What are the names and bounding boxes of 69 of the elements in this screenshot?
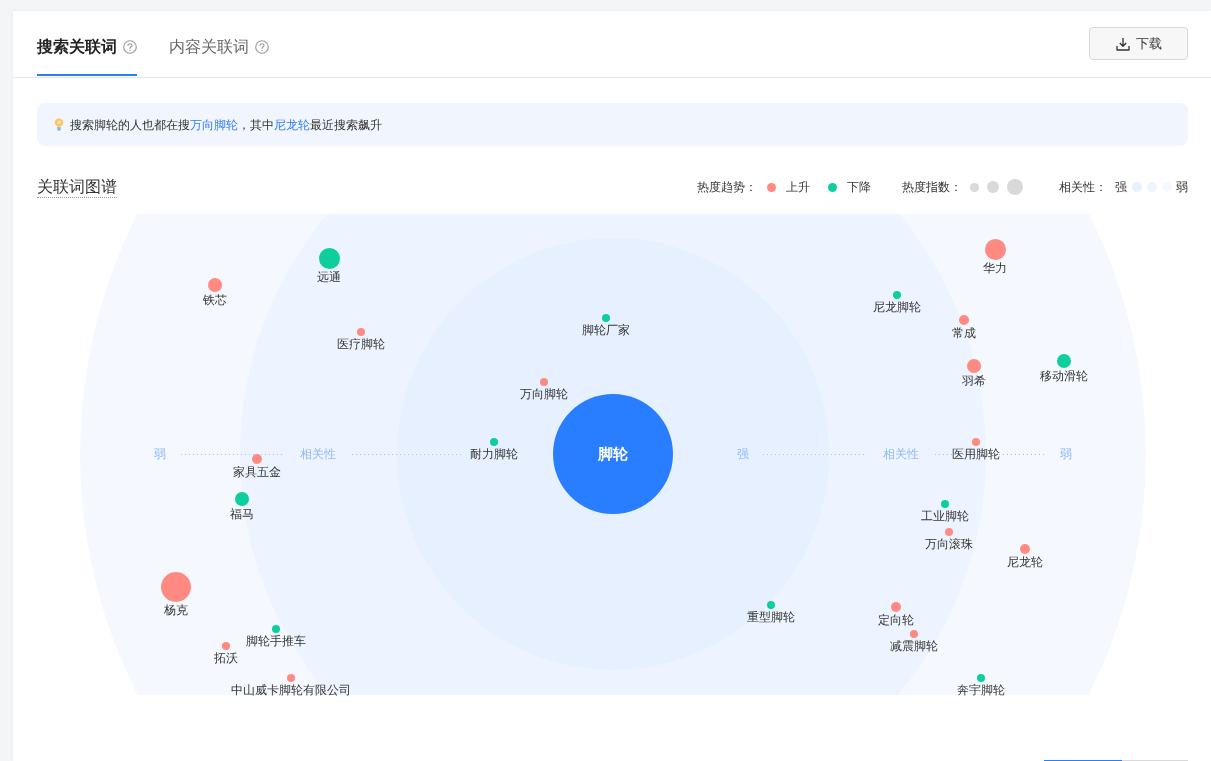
keyword-dot-icon[interactable] <box>958 314 970 326</box>
download-icon <box>1115 36 1130 51</box>
keyword-label[interactable]: 福马 <box>230 507 254 522</box>
tab[interactable]: 搜索关联词 <box>37 11 137 76</box>
heat-size-icon <box>987 181 999 193</box>
keyword-label[interactable]: 移动滑轮 <box>1040 369 1088 384</box>
keyword-dot-icon[interactable] <box>539 377 549 387</box>
relevance-swatch-icon <box>1132 182 1142 192</box>
heat-size-icon <box>1007 179 1023 195</box>
keyword-dot-icon[interactable] <box>976 673 986 683</box>
keyword-label[interactable]: 工业脚轮 <box>921 509 969 524</box>
keyword-label[interactable]: 远通 <box>317 269 341 284</box>
keyword-dot-icon[interactable] <box>251 453 263 465</box>
download-button[interactable]: 下载 <box>1089 27 1188 60</box>
keyword-label[interactable]: 医疗脚轮 <box>337 337 385 352</box>
axis-label: 弱 <box>1060 447 1072 461</box>
keyword-dot-icon[interactable] <box>909 629 919 639</box>
keyword-label[interactable]: 中山威卡脚轮有限公司 <box>231 683 351 698</box>
axis-label: 弱 <box>154 447 166 461</box>
keyword-label[interactable]: 家具五金 <box>233 465 281 480</box>
keyword-label[interactable]: 耐力脚轮 <box>470 447 518 462</box>
keyword-dot-icon[interactable] <box>892 290 902 300</box>
legend-label: 相关性： <box>1059 179 1107 195</box>
keyword-dot-icon[interactable] <box>286 673 296 683</box>
keyword-dot-icon[interactable] <box>766 600 776 610</box>
keyword-dot-icon[interactable] <box>356 327 366 337</box>
keyword-label[interactable]: 万向滚珠 <box>925 537 973 552</box>
legend-label: 下降 <box>847 179 871 195</box>
keyword-label[interactable]: 奔宇脚轮 <box>957 683 1005 698</box>
keyword-dot-icon[interactable] <box>271 624 281 634</box>
keyword-dot-icon[interactable] <box>944 527 954 537</box>
help-icon[interactable] <box>255 40 269 54</box>
keyword-label[interactable]: 减震脚轮 <box>890 639 938 654</box>
help-icon[interactable] <box>123 40 137 54</box>
keyword-label[interactable]: 华力 <box>983 260 1007 275</box>
legend-label: 弱 <box>1176 179 1188 195</box>
axis-label: 相关性 <box>883 447 919 461</box>
legend-label: 热度指数： <box>902 179 962 195</box>
keyword-label[interactable]: 重型脚轮 <box>747 610 795 625</box>
keyword-dot-icon[interactable] <box>221 641 231 651</box>
keyword-label[interactable]: 常成 <box>952 326 976 341</box>
axis-label: 强 <box>737 447 749 461</box>
legend-label: 热度趋势： <box>697 179 757 195</box>
axis-label: 相关性 <box>300 447 336 461</box>
keyword-label[interactable]: 脚轮手推车 <box>246 634 306 649</box>
keyword-dot-icon[interactable] <box>971 437 981 447</box>
keyword-label[interactable]: 脚轮厂家 <box>582 323 630 338</box>
tab[interactable]: 内容关联词 <box>169 11 269 76</box>
keyword-label[interactable]: 医用脚轮 <box>952 447 1000 462</box>
keyword-dot-icon[interactable] <box>601 313 611 323</box>
keyword-label[interactable]: 拓沃 <box>214 651 238 666</box>
keyword-label[interactable]: 定向轮 <box>878 613 914 628</box>
tip-text: 搜索脚轮的人也都在搜万向脚轮，其中尼龙轮最近搜索飙升 <box>70 116 382 133</box>
keyword-dot-icon[interactable] <box>489 437 499 447</box>
keyword-label[interactable]: 尼龙脚轮 <box>873 300 921 315</box>
keyword-dot-icon[interactable] <box>890 601 902 613</box>
legend-label: 上升 <box>786 179 810 195</box>
keyword-label[interactable]: 杨克 <box>164 603 188 617</box>
heat-size-icon <box>970 182 979 192</box>
lightbulb-icon <box>54 118 64 131</box>
keyword-dot-icon[interactable] <box>1019 543 1031 555</box>
keyword-dot-icon[interactable] <box>940 499 950 509</box>
keyword-label[interactable]: 铁芯 <box>203 293 227 308</box>
section-title: 关联词图谱 <box>37 176 117 198</box>
legend-label: 强 <box>1115 179 1127 195</box>
keyword-label[interactable]: 羽希 <box>962 374 986 389</box>
keyword-link[interactable]: 万向脚轮 <box>190 117 238 132</box>
keyword-label[interactable]: 尼龙轮 <box>1007 555 1043 570</box>
keyword-link[interactable]: 尼龙轮 <box>274 117 310 132</box>
